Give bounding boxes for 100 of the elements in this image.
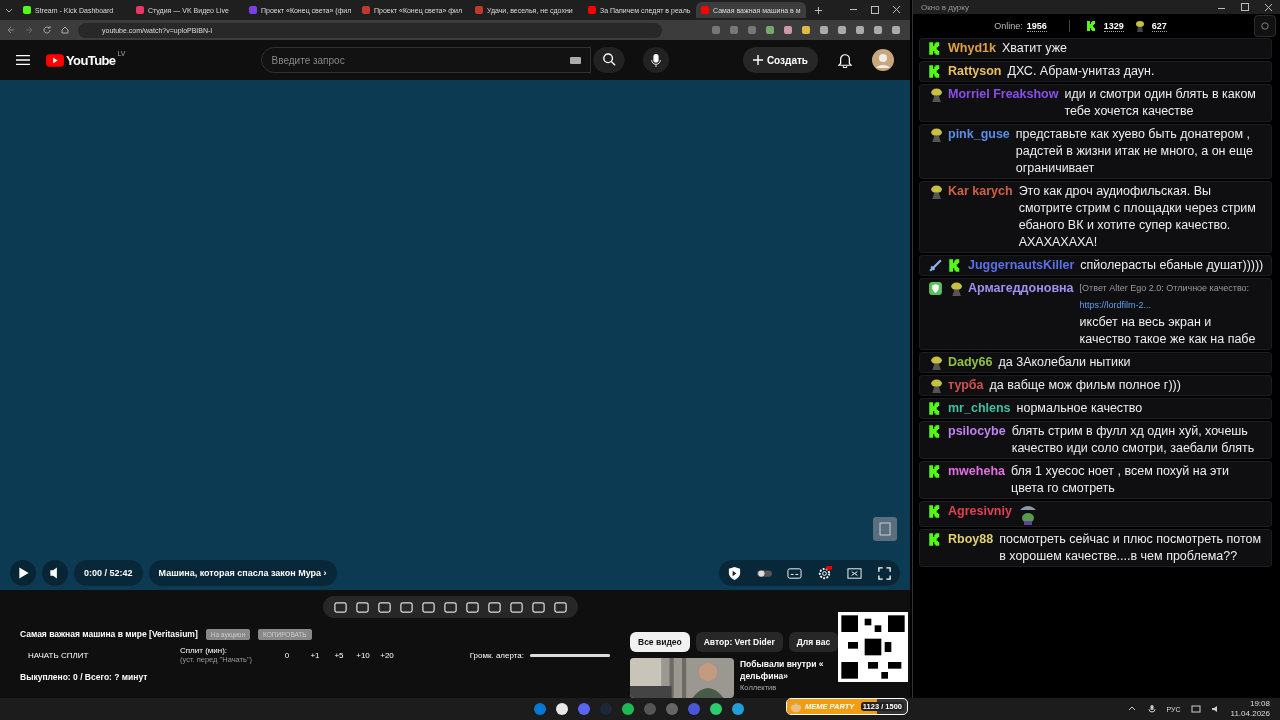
play-button[interactable] bbox=[10, 560, 36, 586]
increment-button[interactable]: +5 bbox=[328, 650, 350, 660]
shield-icon[interactable] bbox=[727, 565, 742, 581]
extension-icon[interactable] bbox=[856, 26, 864, 34]
chat-message-text: иксбет на весь экран и качество такое же как на пабе bbox=[1079, 314, 1257, 348]
video-player[interactable]: 0:00 / 52:42 Машина, которая спасла закон Мура › bbox=[0, 80, 910, 590]
avatar-icon[interactable] bbox=[872, 49, 894, 71]
network-icon[interactable] bbox=[1190, 704, 1201, 714]
extension-icon[interactable] bbox=[802, 26, 810, 34]
chat-username[interactable]: psilocybe bbox=[948, 423, 1006, 440]
video-title: Самая важная машина в мире [Veritasium] bbox=[20, 629, 198, 639]
chat-message-text: спйолерасты ебаные душат))))) bbox=[1080, 257, 1264, 274]
toolbar-icon[interactable] bbox=[398, 599, 414, 615]
back-icon[interactable] bbox=[6, 25, 16, 35]
chat-username[interactable]: pink_guse bbox=[948, 126, 1010, 143]
viewer-count: 627 bbox=[1151, 20, 1167, 32]
toolbar-icon[interactable] bbox=[508, 599, 524, 615]
clock-time[interactable]: 19:08 bbox=[1249, 699, 1270, 709]
chat-message-text: ДХС. Абрам-унитаз даун. bbox=[1007, 63, 1155, 80]
maximize-icon[interactable] bbox=[1241, 3, 1249, 11]
start-split-button[interactable]: НАЧАТЬ СПЛИТ bbox=[28, 650, 180, 660]
chat-message-text: да 3Аколебали нытики bbox=[998, 354, 1131, 371]
extension-icon[interactable] bbox=[784, 26, 792, 34]
taskbar-app-icon[interactable] bbox=[621, 702, 635, 716]
emote-icon bbox=[1133, 20, 1146, 32]
microphone-icon[interactable] bbox=[642, 47, 669, 73]
taskbar-app-icon[interactable] bbox=[731, 702, 745, 716]
chat-message-text: бля 1 хуесос ноет , всем похуй на эти цвета го смотреть bbox=[1010, 463, 1230, 497]
chat-username[interactable]: Morriel Freakshow bbox=[948, 86, 1059, 103]
reload-icon[interactable] bbox=[42, 25, 52, 35]
alert-volume-label: Громк. алерта: bbox=[469, 650, 524, 660]
chat-message-text: блять стрим в фулл хд один хуй, хочешь качество иди соло смотри, заебали блять bbox=[1011, 423, 1256, 457]
increment-button[interactable]: +20 bbox=[376, 650, 398, 660]
theater-mode-icon[interactable] bbox=[847, 565, 862, 581]
volume-button[interactable] bbox=[42, 560, 68, 586]
video-title[interactable]: Побывали внутри « bbox=[740, 658, 824, 670]
youtube-logo-text[interactable]: YouTube bbox=[66, 52, 116, 68]
close-icon[interactable] bbox=[1265, 3, 1272, 11]
increment-button[interactable]: +1 bbox=[304, 650, 326, 660]
menu-icon[interactable] bbox=[16, 54, 30, 66]
extension-icon[interactable] bbox=[892, 26, 900, 34]
video-title[interactable]: дельфина» bbox=[740, 670, 824, 682]
extension-icon[interactable] bbox=[766, 26, 774, 34]
taskbar-app-icon[interactable] bbox=[555, 702, 569, 716]
create-button[interactable]: Создать bbox=[742, 47, 818, 73]
chat-username[interactable]: Agresivniy bbox=[948, 503, 1012, 520]
home-icon[interactable] bbox=[60, 25, 70, 35]
subtitles-icon[interactable] bbox=[787, 565, 802, 581]
close-icon[interactable] bbox=[893, 6, 900, 13]
extension-icon[interactable] bbox=[874, 26, 882, 34]
chat-message-text: да вабще мож фильм полное г))) bbox=[989, 377, 1181, 394]
chat-username[interactable]: Dady66 bbox=[948, 354, 993, 371]
toolbar-icon[interactable] bbox=[420, 599, 436, 615]
fullscreen-icon[interactable] bbox=[877, 565, 892, 581]
chat-message-text: представьте как хуево быть донатером , радстей в жизни итак не много, а он еще ограничивает bbox=[1015, 126, 1255, 177]
split-value: 0 bbox=[283, 650, 291, 660]
toolbar-icon[interactable] bbox=[530, 599, 546, 615]
toolbar-icon[interactable] bbox=[552, 599, 568, 615]
search-field[interactable]: Введите запрос bbox=[260, 47, 591, 73]
extension-icon[interactable] bbox=[838, 26, 846, 34]
toolbar-icon[interactable] bbox=[376, 599, 392, 615]
chat-username[interactable]: Whyd1k bbox=[948, 40, 996, 57]
chat-message-text: иди и смотри один блять в каком тебе хочется качестве bbox=[1064, 86, 1257, 120]
toolbar-icon[interactable] bbox=[464, 599, 480, 615]
chat-message-text: нормальное качество bbox=[1016, 400, 1143, 417]
chat-username[interactable]: Армагеддоновна bbox=[968, 280, 1074, 297]
new-tab-button[interactable] bbox=[814, 5, 823, 15]
keyboard-icon[interactable] bbox=[569, 57, 581, 64]
microphone-icon[interactable] bbox=[1146, 704, 1157, 714]
chapter-button[interactable]: Машина, которая спасла закон Мура › bbox=[148, 560, 337, 586]
filter-chip[interactable]: Автор: Vert Dider bbox=[695, 632, 783, 652]
clock-date[interactable]: 11.04.2026 bbox=[1230, 709, 1270, 719]
taskbar-app-icon[interactable] bbox=[709, 702, 723, 716]
filter-chip[interactable]: Все видео bbox=[630, 632, 690, 652]
chat-username[interactable]: mr_chlens bbox=[948, 400, 1011, 417]
chat-username[interactable]: JuggernautsKiller bbox=[968, 257, 1075, 274]
chat-username[interactable]: mweheha bbox=[948, 463, 1005, 480]
chat-username[interactable]: турба bbox=[948, 377, 984, 394]
toolbar-icon[interactable] bbox=[332, 599, 348, 615]
chat-username[interactable]: Kar karych bbox=[948, 183, 1013, 200]
chat-username[interactable]: Rboy88 bbox=[948, 531, 994, 548]
maximize-icon[interactable] bbox=[871, 6, 879, 14]
chat-message-text: посмотреть сейчас и плюс посмотреть потом в хорошем качестве....в чем проблема?? bbox=[999, 531, 1263, 565]
settings-icon[interactable] bbox=[817, 565, 832, 581]
increment-button[interactable]: +10 bbox=[352, 650, 374, 660]
plus-icon bbox=[752, 55, 763, 65]
toolbar-icon[interactable] bbox=[354, 599, 370, 615]
extension-icon[interactable] bbox=[820, 26, 828, 34]
bell-icon[interactable] bbox=[838, 52, 852, 68]
toolbar-icon[interactable] bbox=[486, 599, 502, 615]
online-count: 1956 bbox=[1026, 20, 1047, 32]
split-label: Сплит (мин): bbox=[180, 646, 229, 655]
youtube-logo-icon bbox=[46, 53, 64, 67]
alert-volume-slider[interactable] bbox=[530, 653, 610, 657]
filter-chip[interactable]: Для вас bbox=[788, 632, 839, 652]
online-label: Online: bbox=[994, 21, 1023, 31]
search-button[interactable] bbox=[590, 47, 627, 73]
toolbar-icon[interactable] bbox=[442, 599, 458, 615]
reply-link[interactable]: https://lordfilm-2... bbox=[1079, 300, 1152, 310]
chat-username[interactable]: Rattyson bbox=[948, 63, 1002, 80]
